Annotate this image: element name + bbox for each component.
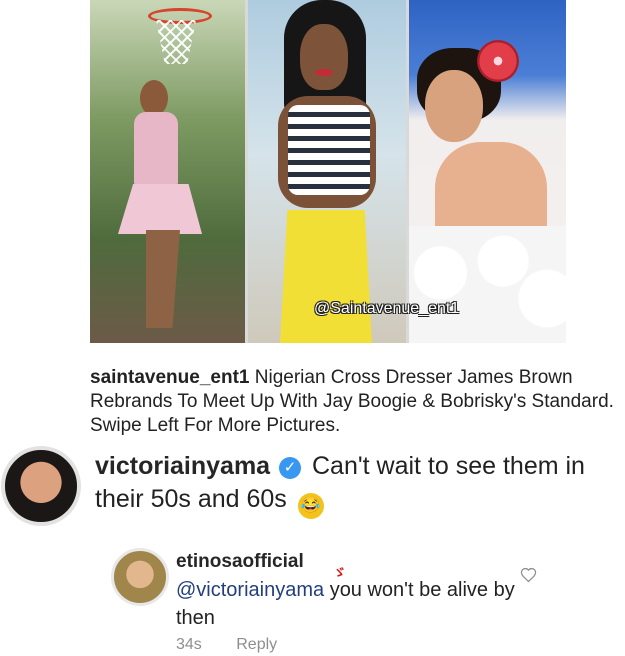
pink-top <box>134 112 178 188</box>
face <box>300 24 348 90</box>
reply-username[interactable]: etinosaofficial <box>176 548 536 576</box>
reply-comment: etinosaofficial @victoriainyama you won'… <box>176 548 536 632</box>
emoji-mark-icon: ゞ <box>333 565 347 580</box>
person-legs <box>146 230 180 328</box>
comment: victoriainyama ✓ Can't wait to see them … <box>95 450 615 519</box>
reply-meta: 34s Reply <box>176 636 277 654</box>
image-watermark: @Saintavenue_ent1 <box>314 300 460 317</box>
photo-panel-bath <box>409 0 566 343</box>
yellow-skirt <box>280 210 372 343</box>
lips <box>315 69 333 76</box>
verified-check-icon: ✓ <box>279 457 302 479</box>
bath-foam <box>409 226 566 343</box>
photo-panel-portrait <box>248 0 406 343</box>
net-icon <box>156 20 196 64</box>
avatar[interactable] <box>1 446 81 526</box>
photo-panel-basketball <box>90 0 245 343</box>
avatar[interactable] <box>111 548 169 606</box>
person-head <box>140 80 168 116</box>
flower-icon <box>477 40 519 82</box>
heart-outline-icon[interactable] <box>520 567 537 584</box>
post-image: @Saintavenue_ent1 <box>90 0 566 343</box>
comment-username[interactable]: victoriainyama <box>95 452 270 480</box>
reply-mention[interactable]: @victoriainyama <box>176 579 324 601</box>
pink-skirt <box>118 184 202 234</box>
reply-button[interactable]: Reply <box>236 636 277 653</box>
caption-username[interactable]: saintavenue_ent1 <box>90 367 249 388</box>
laughing-emoji-icon: 😂 <box>297 493 324 519</box>
reply-time: 34s <box>176 636 202 653</box>
striped-top <box>288 105 370 195</box>
face <box>425 70 483 142</box>
post-caption: saintavenue_ent1 Nigerian Cross Dresser … <box>90 366 620 438</box>
reply-body: @victoriainyama you won't be alive by th… <box>176 576 536 632</box>
